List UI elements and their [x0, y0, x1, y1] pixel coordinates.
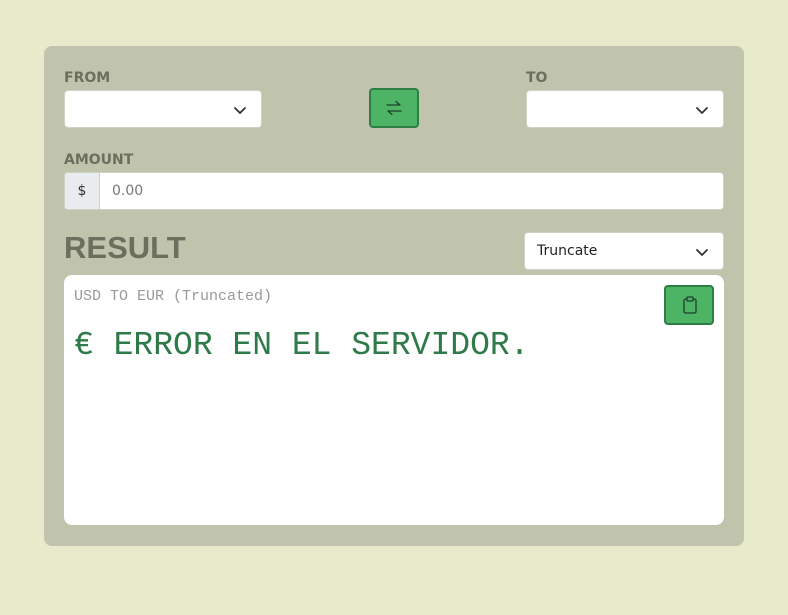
conversion-description: USD TO EUR (Truncated) — [74, 288, 273, 305]
chevron-down-icon — [234, 107, 246, 114]
to-label: TO — [526, 70, 548, 86]
from-currency-select[interactable] — [64, 90, 262, 128]
swap-currencies-button[interactable] — [369, 88, 419, 128]
clipboard-icon — [683, 296, 697, 314]
amount-input[interactable] — [100, 173, 720, 209]
result-panel: USD TO EUR (Truncated) € ERROR EN EL SER… — [64, 275, 724, 525]
rounding-mode-select[interactable]: Truncate — [524, 232, 724, 270]
chevron-down-icon — [696, 249, 708, 256]
swap-arrows-icon — [386, 100, 402, 116]
to-currency-select[interactable] — [526, 90, 724, 128]
amount-input-group: $ — [64, 172, 724, 210]
copy-result-button[interactable] — [664, 285, 714, 325]
result-value: € ERROR EN EL SERVIDOR. — [74, 327, 530, 364]
amount-label: AMOUNT — [64, 152, 134, 168]
converter-card: FROM TO AMOUNT $ RESULT Truncate USD TO … — [44, 46, 744, 546]
from-label: FROM — [64, 70, 111, 86]
chevron-down-icon — [696, 107, 708, 114]
result-title: RESULT — [64, 230, 186, 265]
currency-prefix: $ — [65, 173, 100, 209]
rounding-mode-value: Truncate — [537, 243, 598, 259]
